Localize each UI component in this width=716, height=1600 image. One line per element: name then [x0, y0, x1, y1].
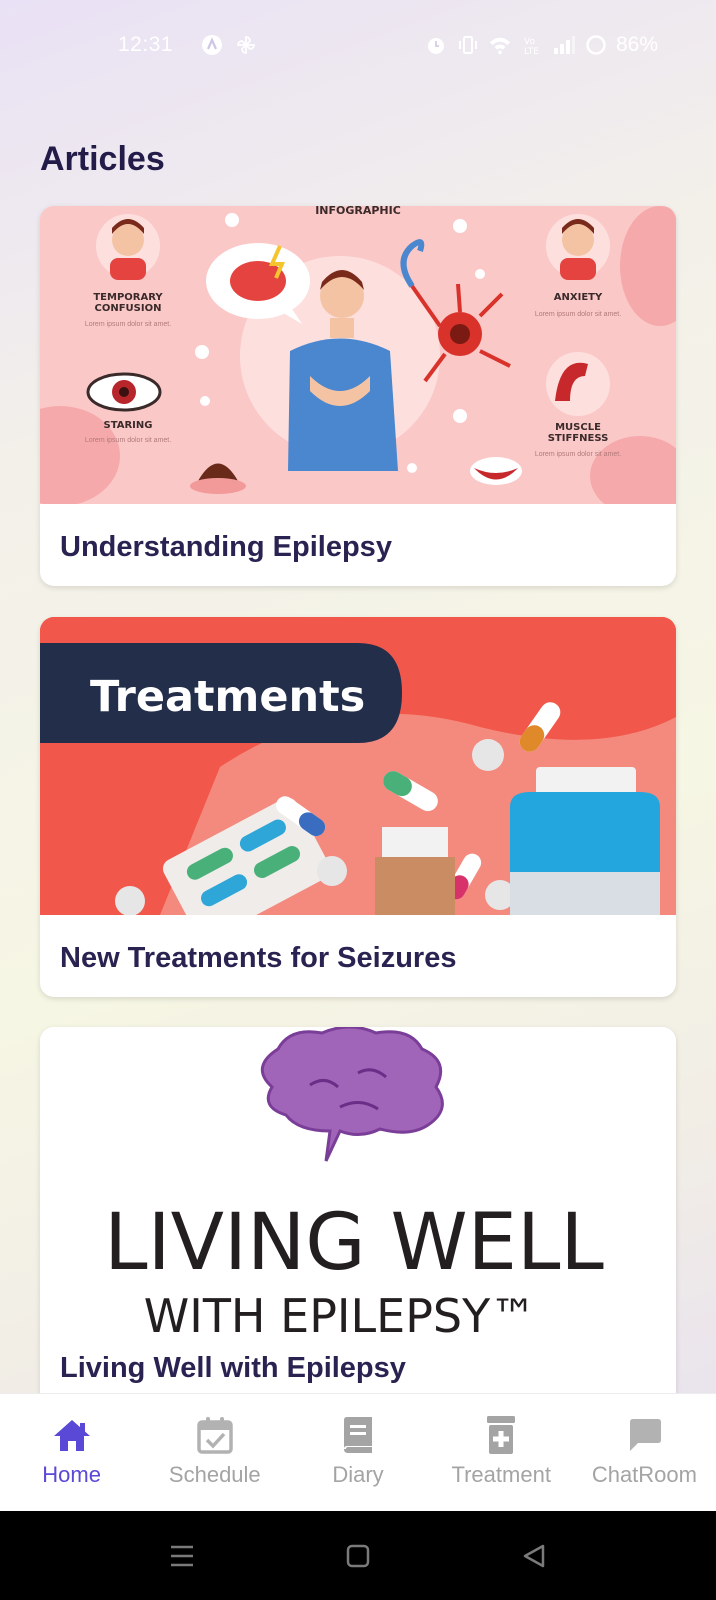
- pinwheel-icon: [234, 33, 258, 57]
- assistant-icon: [200, 33, 224, 57]
- label-anxiety: ANXIETY: [554, 292, 603, 303]
- article-image-treatments: Treatments: [40, 617, 676, 915]
- nav-item-schedule[interactable]: Schedule: [143, 1394, 286, 1511]
- nav-label-home: Home: [42, 1462, 101, 1487]
- article-card-living-well[interactable]: LIVING WELL WITH EPILEPSY™ Living Well w…: [40, 1027, 676, 1407]
- svg-text:LTE: LTE: [524, 47, 539, 56]
- bottom-nav: Home Schedule Diary Treatment ChatRoom: [0, 1393, 716, 1511]
- nav-item-diary[interactable]: Diary: [286, 1394, 429, 1511]
- battery-percent: 86%: [616, 33, 659, 56]
- nav-label-schedule: Schedule: [168, 1462, 261, 1487]
- article-title: Living Well with Epilepsy: [60, 1352, 406, 1384]
- caption-4: Lorem ipsum dolor sit amet.: [535, 451, 621, 458]
- label-muscle: MUSCLE: [555, 422, 601, 433]
- article-title: Understanding Epilepsy: [60, 531, 392, 563]
- svg-text:Vo: Vo: [524, 37, 535, 47]
- signal-icon: [552, 33, 576, 57]
- nav-label-diary: Diary: [332, 1462, 384, 1487]
- battery-icon: [584, 33, 608, 57]
- with-epilepsy-heading: WITH EPILEPSY™: [144, 1289, 536, 1337]
- nav-label-chatroom: ChatRoom: [591, 1462, 697, 1487]
- label-confusion: CONFUSION: [95, 303, 162, 314]
- caption-2: Lorem ipsum dolor sit amet.: [535, 311, 621, 318]
- menu-icon[interactable]: [167, 1541, 197, 1571]
- nav-item-treatment[interactable]: Treatment: [430, 1394, 573, 1511]
- volte-icon: Vo LTE: [520, 33, 544, 57]
- treatments-banner: Treatments: [90, 672, 365, 722]
- article-image-living-well: LIVING WELL WITH EPILEPSY™: [40, 1027, 676, 1337]
- living-well-heading: LIVING WELL: [104, 1198, 604, 1288]
- home-square-icon[interactable]: [343, 1541, 373, 1571]
- vibrate-icon: [456, 33, 480, 57]
- system-nav-bar: [0, 1511, 716, 1600]
- status-time: 12:31: [118, 33, 174, 56]
- nav-label-treatment: Treatment: [451, 1462, 551, 1487]
- alarm-icon: [424, 33, 448, 57]
- article-title: New Treatments for Seizures: [60, 942, 457, 974]
- caption-3: Lorem ipsum dolor sit amet.: [85, 437, 171, 444]
- label-staring: STARING: [104, 420, 153, 431]
- nav-item-home[interactable]: Home: [0, 1394, 143, 1511]
- infographic-header: INFOGRAPHIC: [315, 206, 401, 217]
- wifi-icon: [488, 33, 512, 57]
- status-bar: 12:31 Vo LTE 86%: [0, 0, 716, 92]
- back-icon[interactable]: [519, 1541, 549, 1571]
- calendar-check-icon: [197, 1417, 233, 1454]
- label-stiffness: STIFFNESS: [548, 433, 609, 444]
- article-image-infographic: INFOGRAPHIC TEMPORARY CONFUSION Lorem ip…: [40, 206, 676, 504]
- home-icon: [53, 1420, 90, 1451]
- article-card-new-treatments[interactable]: Treatments New Treatments for Seizures: [40, 617, 676, 997]
- book-icon: [344, 1417, 372, 1453]
- chat-icon: [630, 1419, 662, 1451]
- page-title: Articles: [40, 140, 165, 178]
- nav-item-chatroom[interactable]: ChatRoom: [573, 1394, 716, 1511]
- article-card-understanding-epilepsy[interactable]: INFOGRAPHIC TEMPORARY CONFUSION Lorem ip…: [40, 206, 676, 586]
- caption-1: Lorem ipsum dolor sit amet.: [85, 321, 171, 328]
- medicine-icon: [487, 1416, 516, 1454]
- label-temporary: TEMPORARY: [93, 292, 163, 303]
